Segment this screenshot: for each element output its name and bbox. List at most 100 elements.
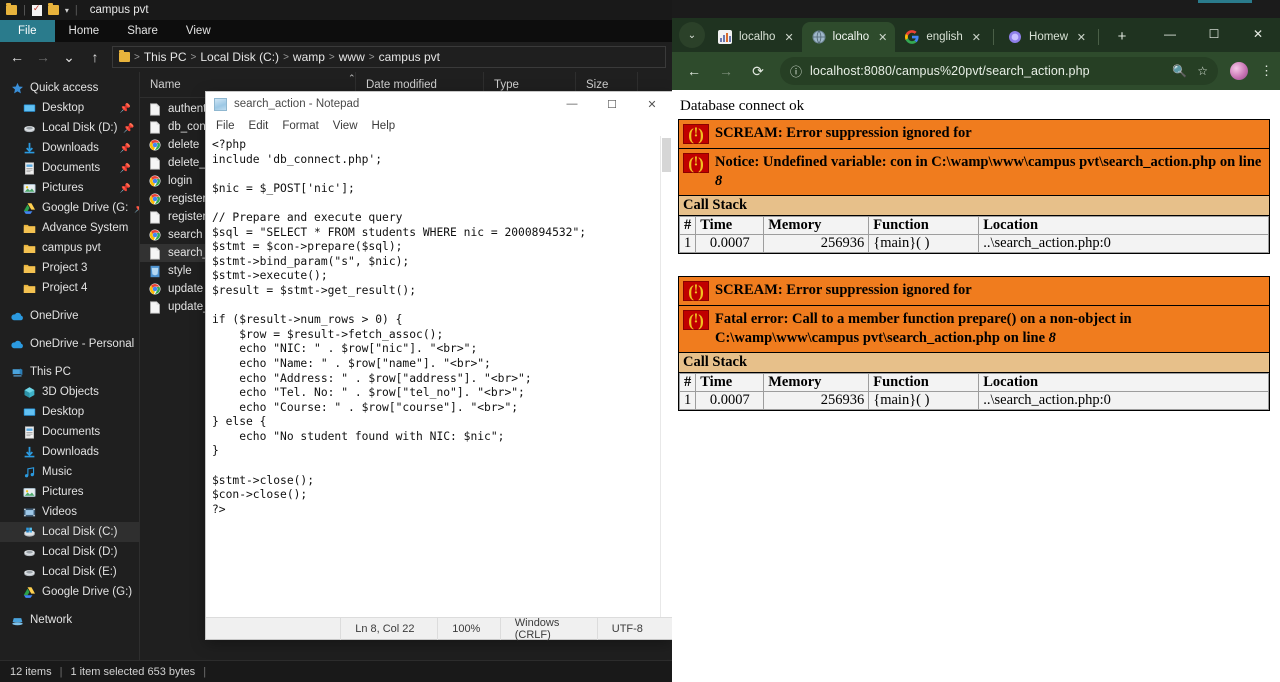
sidebar-item-documents[interactable]: Documents 📌 xyxy=(0,158,139,178)
sidebar-item-google-drive-g[interactable]: Google Drive (G:) xyxy=(0,582,139,602)
back-button[interactable]: ← xyxy=(6,46,28,68)
close-tab-icon-2[interactable]: ✕ xyxy=(972,31,981,44)
new-tab-button[interactable]: + xyxy=(1109,23,1135,49)
kebab-menu-icon[interactable]: ⋮ xyxy=(1260,63,1273,79)
sidebar-item-local-disk-d[interactable]: Local Disk (D:) xyxy=(0,542,139,562)
notepad-scrollbar[interactable] xyxy=(660,136,672,617)
notepad-menu-edit[interactable]: Edit xyxy=(249,120,269,132)
file-icon xyxy=(148,120,162,134)
notepad-scrollbar-thumb[interactable] xyxy=(662,138,671,172)
breadcrumb-item-wamp[interactable]: wamp xyxy=(293,50,325,64)
sidebar-item-music[interactable]: Music xyxy=(0,462,139,482)
nav-group-gap xyxy=(0,298,139,306)
breadcrumb-item-www[interactable]: www xyxy=(339,50,365,64)
close-tab-icon-0[interactable]: ✕ xyxy=(784,31,793,44)
sidebar-item-google-drive-g[interactable]: Google Drive (G:📌 xyxy=(0,198,139,218)
recent-locations-button[interactable]: ⌄ xyxy=(58,46,80,68)
sidebar-item-label: Google Drive (G: xyxy=(42,202,129,214)
breadcrumb-folder-icon xyxy=(119,50,130,62)
zoom-icon[interactable]: 🔍 xyxy=(1172,64,1187,78)
sidebar-item-downloads[interactable]: Downloads 📌 xyxy=(0,138,139,158)
browser-tab-1[interactable]: localho ✕ xyxy=(801,22,896,52)
notepad-menu-format[interactable]: Format xyxy=(282,120,318,132)
up-button[interactable]: ↑ xyxy=(84,46,106,68)
sidebar-item-local-disk-e[interactable]: Local Disk (E:) xyxy=(0,562,139,582)
sidebar-item-this-pc[interactable]: This PC xyxy=(0,362,139,382)
sidebar-item-pictures[interactable]: Pictures 📌 xyxy=(0,178,139,198)
breadcrumb[interactable]: > This PC > Local Disk (C:) > wamp > www… xyxy=(112,46,666,68)
notepad-title-bar[interactable]: search_action - Notepad — ☐ ✕ xyxy=(206,92,672,116)
profile-avatar-icon[interactable] xyxy=(1230,62,1248,80)
browser-forward-button[interactable]: → xyxy=(712,57,740,85)
sidebar-item-campus-pvt[interactable]: campus pvt xyxy=(0,238,139,258)
ribbon-tab-file[interactable]: File xyxy=(0,20,55,42)
breadcrumb-chevron-icon: > xyxy=(368,51,375,63)
notepad-encoding: UTF-8 xyxy=(596,617,672,640)
sidebar-item-3d-objects[interactable]: 3D Objects xyxy=(0,382,139,402)
browser-tab-0[interactable]: localho ✕ xyxy=(708,22,802,52)
new-folder-icon[interactable] xyxy=(47,3,59,15)
browser-tab-3[interactable]: Homew ✕ xyxy=(998,22,1094,52)
file-name: register xyxy=(168,193,207,205)
pin-icon[interactable]: 📌 xyxy=(120,163,131,174)
notepad-menu-file[interactable]: File xyxy=(216,120,235,132)
ribbon-tab-view[interactable]: View xyxy=(172,20,225,42)
browser-minimize-button[interactable]: — xyxy=(1148,18,1192,50)
browser-maximize-button[interactable]: ☐ xyxy=(1192,18,1236,50)
sidebar-item-onedrive[interactable]: OneDrive xyxy=(0,306,139,326)
sidebar-item-videos[interactable]: Videos xyxy=(0,502,139,522)
breadcrumb-item-local-disk-c[interactable]: Local Disk (C:) xyxy=(200,50,279,64)
pin-icon[interactable]: 📌 xyxy=(120,143,131,154)
error-message-prefix: Notice: Undefined variable: con in C:\wa… xyxy=(715,154,1262,170)
chrome-icon xyxy=(148,174,162,188)
breadcrumb-item-campus-pvt[interactable]: campus pvt xyxy=(379,50,440,64)
close-tab-icon-3[interactable]: ✕ xyxy=(1077,31,1086,44)
sidebar-item-local-disk-d[interactable]: Local Disk (D:) 📌 xyxy=(0,118,139,138)
notepad-close-button[interactable]: ✕ xyxy=(632,92,672,116)
sidebar-item-project-4[interactable]: Project 4 xyxy=(0,278,139,298)
browser-back-button[interactable]: ← xyxy=(680,57,708,85)
sidebar-item-label: Documents xyxy=(42,426,101,438)
browser-close-button[interactable]: ✕ xyxy=(1236,18,1280,50)
pin-icon[interactable]: 📌 xyxy=(120,103,131,114)
customize-qat-caret-icon[interactable]: ▾ xyxy=(65,6,69,15)
info-circle-icon[interactable]: ⓘ xyxy=(790,63,802,80)
sidebar-item-label: Quick access xyxy=(30,82,99,94)
tab-search-caret-icon[interactable]: ⌄ xyxy=(679,22,705,48)
browser-tab-label-0: localho xyxy=(739,31,776,43)
sidebar-item-onedrive-personal[interactable]: OneDrive - Personal xyxy=(0,334,139,354)
sidebar-item-network[interactable]: Network xyxy=(0,610,139,630)
desktop-top-strip xyxy=(672,0,1280,18)
sidebar-item-downloads[interactable]: Downloads xyxy=(0,442,139,462)
sidebar-item-quick-access[interactable]: Quick access xyxy=(0,78,139,98)
sidebar-item-project-3[interactable]: Project 3 xyxy=(0,258,139,278)
browser-tab-2[interactable]: english ✕ xyxy=(895,22,989,52)
notepad-menu-help[interactable]: Help xyxy=(372,120,396,132)
pin-icon[interactable]: 📌 xyxy=(120,183,131,194)
ribbon-tab-home[interactable]: Home xyxy=(55,20,114,42)
ribbon-tab-share[interactable]: Share xyxy=(113,20,172,42)
breadcrumb-item-this-pc[interactable]: This PC xyxy=(144,50,187,64)
address-input[interactable]: ⓘ localhost:8080/campus%20pvt/search_act… xyxy=(780,57,1218,85)
sidebar-item-documents[interactable]: Documents xyxy=(0,422,139,442)
notepad-window-controls: — ☐ ✕ xyxy=(552,92,672,116)
file-name: search xyxy=(168,229,203,241)
notepad-maximize-button[interactable]: ☐ xyxy=(592,92,632,116)
sidebar-item-desktop[interactable]: Desktop 📌 xyxy=(0,98,139,118)
folder-icon[interactable] xyxy=(6,3,17,15)
close-tab-icon-1[interactable]: ✕ xyxy=(878,31,887,44)
properties-icon[interactable] xyxy=(31,3,42,16)
browser-reload-button[interactable]: ⟳ xyxy=(744,57,772,85)
notepad-text-area[interactable]: <?php include 'db_connect.php'; $nic = $… xyxy=(206,136,672,617)
sidebar-item-pictures[interactable]: Pictures xyxy=(0,482,139,502)
notepad-menu-view[interactable]: View xyxy=(333,120,358,132)
bookmark-star-icon[interactable]: ☆ xyxy=(1197,64,1208,78)
notepad-minimize-button[interactable]: — xyxy=(552,92,592,116)
pin-icon[interactable]: 📌 xyxy=(123,123,134,134)
sidebar-item-advance-system[interactable]: Advance System xyxy=(0,218,139,238)
qat-divider: | xyxy=(23,4,26,16)
sidebar-item-desktop[interactable]: Desktop xyxy=(0,402,139,422)
sidebar-item-local-disk-c[interactable]: Local Disk (C:) xyxy=(0,522,139,542)
call-stack-cell-function: {main}( ) xyxy=(868,234,980,253)
forward-button[interactable]: → xyxy=(32,46,54,68)
